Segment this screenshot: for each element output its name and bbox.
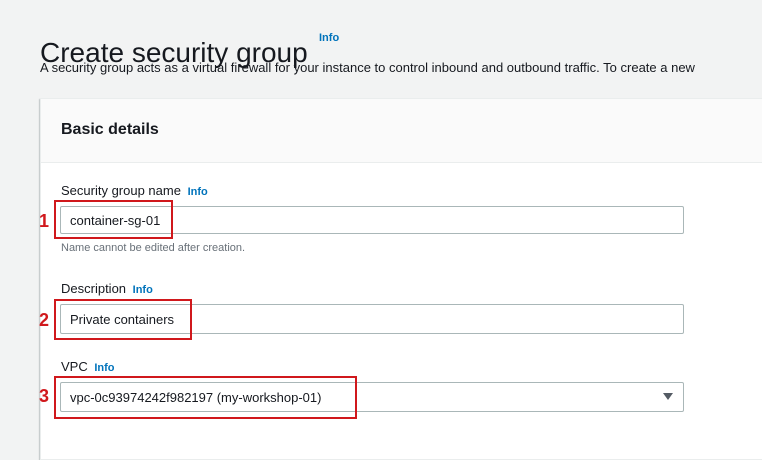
vpc-label-text: VPC [61,359,88,374]
panel-title: Basic details [61,121,159,138]
vpc-info-link[interactable]: Info [94,362,114,374]
highlight-box-2 [54,299,192,340]
highlight-box-3 [54,376,357,419]
annotation-number-2: 2 [39,310,50,330]
description-label-text: Description [61,281,127,296]
annotation-number-1: 1 [39,211,50,231]
panel-header: Basic details [41,99,762,163]
page-description: A security group acts as a virtual firew… [40,60,695,75]
security-group-name-label-text: Security group name [61,183,181,198]
security-group-name-hint: Name cannot be edited after creation. [61,242,246,254]
description-info-link[interactable]: Info [133,284,153,296]
security-group-name-label: Security group name Info [61,182,208,201]
security-group-name-info-link[interactable]: Info [188,186,208,198]
annotation-number-3: 3 [39,386,50,406]
description-label: Description Info [61,280,153,299]
title-info-link[interactable]: Info [319,32,339,44]
vpc-label: VPC Info [61,358,115,377]
caret-down-icon[interactable] [663,393,673,400]
highlight-box-1 [54,200,173,239]
